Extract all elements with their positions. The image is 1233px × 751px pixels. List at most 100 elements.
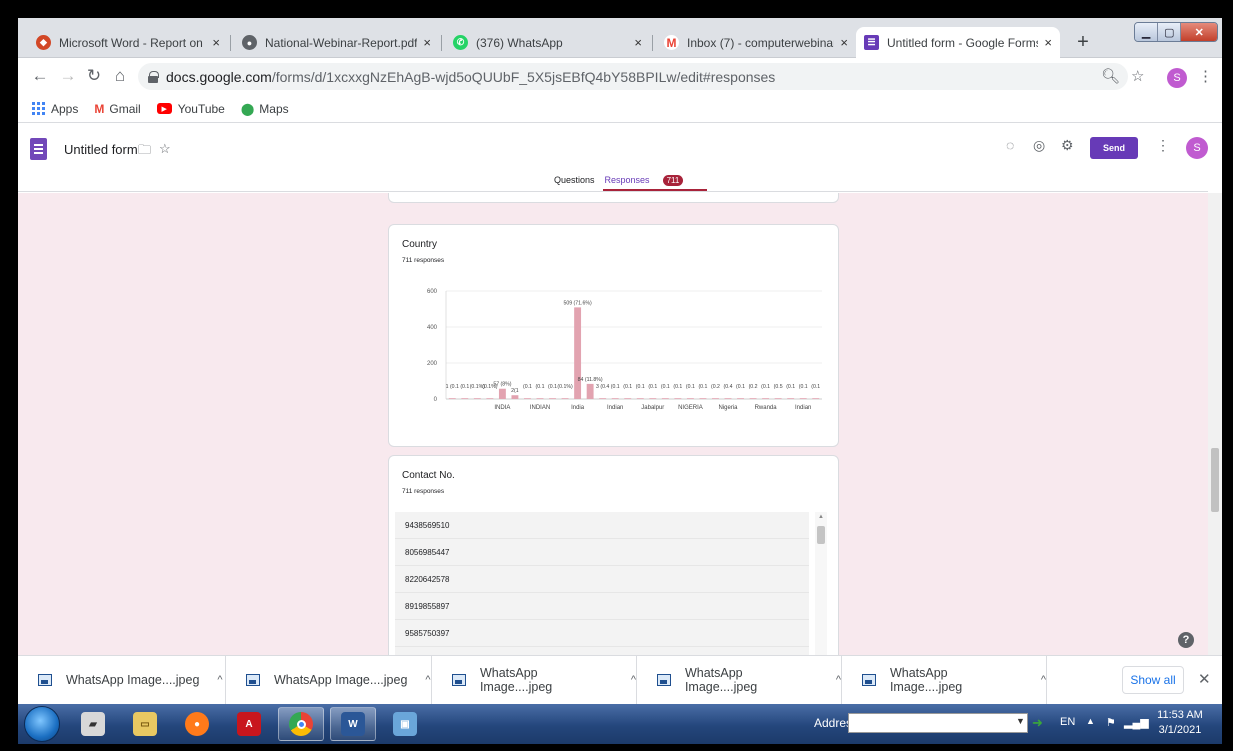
image-file-icon — [452, 674, 466, 686]
address-bar[interactable]: docs.google.com/forms/d/1xcxxgNzEhAgB-wj… — [138, 63, 1128, 90]
forward-arrow-icon[interactable]: → — [58, 66, 78, 86]
download-item[interactable]: WhatsApp Image....jpeg ^ — [18, 656, 226, 704]
list-scrollbar-thumb[interactable] — [817, 526, 825, 544]
taskbar-app-firefox[interactable]: ● — [174, 707, 220, 741]
close-tab-icon[interactable]: × — [423, 35, 431, 50]
more-options-icon[interactable]: ⋮ — [1156, 137, 1170, 154]
send-button[interactable]: Send — [1090, 137, 1138, 159]
bookmark-label: Maps — [259, 101, 289, 116]
system-clock[interactable]: 11:53 AM 3/1/2021 — [1150, 708, 1210, 738]
tab-google-forms[interactable]: ☰ Untitled form - Google Forms × — [856, 27, 1060, 58]
taskbar-app-adobe[interactable]: A — [226, 707, 272, 741]
tab-responses[interactable]: Responses 711 — [602, 175, 708, 191]
network-signal-icon[interactable]: ▂▄▆ — [1124, 716, 1149, 729]
chevron-up-icon[interactable]: ^ — [631, 674, 636, 686]
data-label: (0.1 — [799, 384, 808, 390]
contact-summary-card: Contact No. 711 responses 9438569510 805… — [388, 455, 839, 655]
star-icon[interactable]: ☆ — [159, 141, 171, 157]
tab-word-report[interactable]: ◆ Microsoft Word - Report on NA × — [28, 27, 228, 58]
chevron-up-icon[interactable]: ^ — [1041, 674, 1046, 686]
clock-date: 3/1/2021 — [1158, 724, 1202, 736]
start-button[interactable] — [24, 706, 60, 742]
download-item[interactable]: WhatsApp Image....jpeg ^ — [637, 656, 842, 704]
bookmark-apps[interactable]: Apps — [32, 102, 78, 116]
minimize-button[interactable]: ▁ — [1135, 23, 1159, 41]
taskbar-app-chrome[interactable] — [278, 707, 324, 741]
data-label: 84 (11.8%) — [578, 377, 603, 383]
tab-title: Inbox (7) - computerwebinarssm — [687, 35, 834, 50]
maximize-button[interactable]: ▢ — [1158, 23, 1182, 41]
data-label: 509 (71.6%) — [563, 300, 592, 306]
data-label: (0.5 — [774, 384, 783, 390]
x-tick-label: NIGERIA — [678, 405, 703, 411]
palette-icon[interactable]: ◌ — [1006, 137, 1014, 153]
data-label: (0.1 — [686, 384, 695, 390]
bar — [561, 398, 569, 399]
close-tab-icon[interactable]: × — [212, 35, 220, 50]
tab-gmail-inbox[interactable]: M Inbox (7) - computerwebinarssm × — [656, 27, 856, 58]
folder-icon[interactable]: 🗀 — [138, 141, 151, 163]
chevron-up-icon[interactable]: ^ — [425, 674, 430, 686]
page-scrollbar[interactable] — [1208, 193, 1222, 655]
address-toolbar-input[interactable] — [848, 713, 1028, 733]
data-label: (0.1 — [548, 384, 557, 390]
close-window-button[interactable]: ✕ — [1181, 23, 1217, 41]
settings-gear-icon[interactable]: ⚙ — [1061, 137, 1074, 154]
tab-strip: ◆ Microsoft Word - Report on NA × ● Nati… — [18, 18, 1222, 58]
form-title[interactable]: Untitled form — [64, 142, 138, 157]
show-hidden-icons-icon[interactable]: ▲ — [1086, 716, 1095, 726]
browser-window: ◆ Microsoft Word - Report on NA × ● Nati… — [18, 18, 1222, 744]
window-controls: ▁ ▢ ✕ — [1134, 22, 1218, 42]
data-label: (0.1 — [761, 384, 770, 390]
download-item[interactable]: WhatsApp Image....jpeg ^ — [432, 656, 637, 704]
download-item[interactable]: WhatsApp Image....jpeg ^ — [842, 656, 1047, 704]
go-arrow-icon[interactable]: ➜ — [1032, 715, 1043, 731]
chevron-up-icon[interactable]: ^ — [836, 674, 841, 686]
list-scrollbar[interactable]: ▲ — [815, 512, 827, 655]
y-tick-label: 200 — [427, 361, 438, 367]
show-all-button[interactable]: Show all — [1122, 666, 1184, 694]
taskbar-app-window[interactable]: ▣ — [382, 707, 428, 741]
download-filename: WhatsApp Image....jpeg — [684, 666, 758, 694]
home-icon[interactable]: ⌂ — [110, 66, 130, 86]
chevron-down-icon[interactable]: ▼ — [1016, 716, 1025, 726]
profile-avatar[interactable]: S — [1167, 68, 1187, 88]
preview-eye-icon[interactable]: ◎ — [1033, 137, 1045, 154]
x-tick-label: Nigeria — [718, 405, 738, 411]
close-tab-icon[interactable]: × — [840, 35, 848, 50]
bookmark-star-icon[interactable]: ☆ — [1131, 67, 1144, 85]
download-item[interactable]: WhatsApp Image....jpeg ^ — [226, 656, 432, 704]
chart-x-ticks: INDIA INDIAN India Indian Jabalpur NIGERIA Nig… — [494, 405, 811, 411]
page-scrollbar-thumb[interactable] — [1211, 448, 1219, 512]
taskbar-app-explorer[interactable]: ▭ — [122, 707, 168, 741]
data-label: 57 (8%) — [493, 382, 511, 388]
avatar[interactable]: S — [1186, 137, 1208, 159]
x-tick-label: Indian — [795, 405, 811, 411]
language-indicator[interactable]: EN — [1060, 716, 1075, 728]
google-forms-icon[interactable] — [30, 138, 47, 160]
url-host: docs.google.com — [166, 68, 272, 85]
help-icon[interactable]: ? — [1178, 632, 1194, 648]
new-tab-button[interactable]: + — [1071, 30, 1095, 54]
taskbar-app-scanner[interactable]: ▰ — [70, 707, 116, 741]
close-tab-icon[interactable]: × — [634, 35, 642, 50]
bookmark-youtube[interactable]: ▶ YouTube — [156, 102, 225, 116]
tab-whatsapp[interactable]: ✆ (376) WhatsApp × — [445, 27, 650, 58]
flag-icon[interactable]: ⚑ — [1106, 716, 1116, 729]
zoom-icon[interactable]: 🔍︎ — [1101, 67, 1120, 85]
close-icon[interactable]: ✕ — [1198, 670, 1211, 688]
tab-pdf-report[interactable]: ● National-Webinar-Report.pdf × — [234, 27, 439, 58]
country-bar-chart: 0200400600 1 (0.1 (0.1 (0.1%)(0.1%)57 (8%)… — [427, 289, 822, 411]
back-arrow-icon[interactable]: ← — [30, 66, 50, 86]
bookmark-gmail[interactable]: M Gmail — [94, 102, 140, 116]
bookmark-maps[interactable]: ⬤ Maps — [241, 102, 289, 116]
reload-icon[interactable]: ↻ — [84, 66, 104, 86]
taskbar-app-word[interactable]: W — [330, 707, 376, 741]
close-tab-icon[interactable]: × — [1044, 35, 1052, 50]
list-item: 8919855897 — [395, 593, 809, 620]
menu-kebab-icon[interactable]: ⋮ — [1198, 67, 1213, 85]
bar — [661, 398, 669, 399]
chevron-up-icon[interactable]: ^ — [217, 674, 222, 686]
scroll-up-arrow-icon[interactable]: ▲ — [818, 514, 824, 520]
tab-questions[interactable]: Questions — [554, 175, 595, 186]
